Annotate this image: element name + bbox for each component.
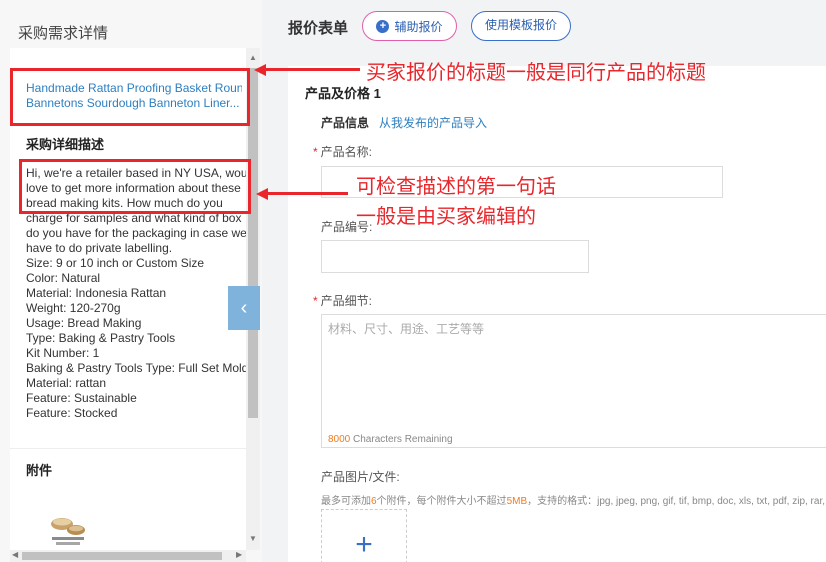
- title-highlight-box: [10, 68, 250, 126]
- product-name-label: * 产品名称:: [313, 143, 372, 160]
- description-line: Feature: Sustainable: [26, 391, 137, 405]
- upload-max-size: 5MB: [506, 496, 528, 507]
- quote-form: 产品及价格 1 产品信息 从我发布的产品导入 * 产品名称: 产品编号: * 产品细…: [288, 66, 826, 562]
- template-quote-button[interactable]: 使用模板报价: [471, 11, 571, 41]
- import-from-published-link[interactable]: 从我发布的产品导入: [379, 114, 487, 131]
- description-line: Type: Baking & Pastry Tools: [26, 331, 176, 345]
- description-line: Baking & Pastry Tools Type: Full Set Mol…: [26, 361, 246, 375]
- panel-title: 采购需求详情: [18, 25, 109, 42]
- required-asterisk: *: [313, 145, 318, 159]
- section-title: 产品及价格 1: [305, 86, 381, 101]
- product-detail-placeholder: 材料、尺寸、用途、工艺等等: [328, 322, 485, 336]
- description-line: Feature: Stocked: [26, 406, 118, 420]
- description-line: Weight: 120-270g: [26, 301, 121, 315]
- chars-remaining: 8000 Characters Remaining: [328, 434, 453, 445]
- product-code-input[interactable]: [321, 240, 589, 273]
- upload-hint: 最多可添加6个附件，每个附件大小不超过5MB，支持的格式：jpg, jpeg, …: [321, 492, 826, 507]
- product-files-label: 产品图片/文件:: [321, 470, 400, 484]
- plus-icon: +: [355, 528, 373, 561]
- divider: [10, 448, 246, 449]
- description-highlight-box: [19, 159, 251, 214]
- upload-hint-pre: 最多可添加: [321, 496, 371, 507]
- annotation-arrow-line: [264, 68, 360, 71]
- description-annotation-line-1: 可检查描述的第一句话: [356, 176, 556, 198]
- description-heading: 采购详细描述: [26, 137, 105, 152]
- description-line: have to do private labelling.: [26, 241, 173, 255]
- scrollbar-thumb[interactable]: [22, 552, 222, 560]
- title-annotation: 买家报价的标题一般是同行产品的标题: [366, 62, 706, 84]
- description-line: Size: 9 or 10 inch or Custom Size: [26, 256, 205, 270]
- attachments-heading: 附件: [26, 463, 53, 478]
- description-line: do you have for the packaging in case we: [26, 226, 246, 240]
- scroll-left-icon[interactable]: ◀: [12, 550, 18, 559]
- product-info-label: 产品信息: [321, 116, 370, 130]
- upload-hint-post: ，支持的格式：jpg, jpeg, png, gif, tif, bmp, do…: [527, 496, 826, 507]
- chevron-left-icon: ‹: [240, 297, 248, 319]
- description-annotation-line-2: 一般是由买家编辑的: [356, 206, 536, 228]
- description-line: Material: rattan: [26, 376, 107, 390]
- product-name-label-text: 产品名称:: [320, 145, 373, 159]
- scroll-right-icon[interactable]: ▶: [236, 550, 242, 559]
- product-detail-label-text: 产品细节:: [320, 294, 373, 308]
- description-line: Usage: Bread Making: [26, 316, 142, 330]
- description-line: Material: Indonesia Rattan: [26, 286, 167, 300]
- assist-quote-button[interactable]: + 辅助报价: [362, 11, 457, 41]
- annotation-arrow-line: [266, 192, 348, 195]
- assist-quote-label: 辅助报价: [394, 19, 443, 34]
- plus-circle-icon: +: [376, 19, 390, 33]
- form-title: 报价表单: [288, 20, 349, 37]
- scroll-down-icon[interactable]: ▼: [249, 534, 257, 543]
- product-detail-label: * 产品细节:: [313, 292, 372, 309]
- upload-hint-mid: 个附件，每个附件大小不超过: [376, 496, 507, 507]
- attachment-thumbnail[interactable]: [46, 510, 90, 550]
- scroll-up-icon[interactable]: ▲: [249, 53, 257, 62]
- description-line: Kit Number: 1: [26, 346, 100, 360]
- collapse-panel-button[interactable]: ‹: [228, 286, 260, 330]
- chars-remaining-count: 8000: [328, 434, 351, 445]
- horizontal-scrollbar[interactable]: ◀ ▶: [10, 550, 246, 562]
- required-asterisk: *: [313, 294, 318, 308]
- upload-button[interactable]: +: [321, 509, 407, 562]
- chars-remaining-text: Characters Remaining: [350, 434, 453, 445]
- description-line: Color: Natural: [26, 271, 101, 285]
